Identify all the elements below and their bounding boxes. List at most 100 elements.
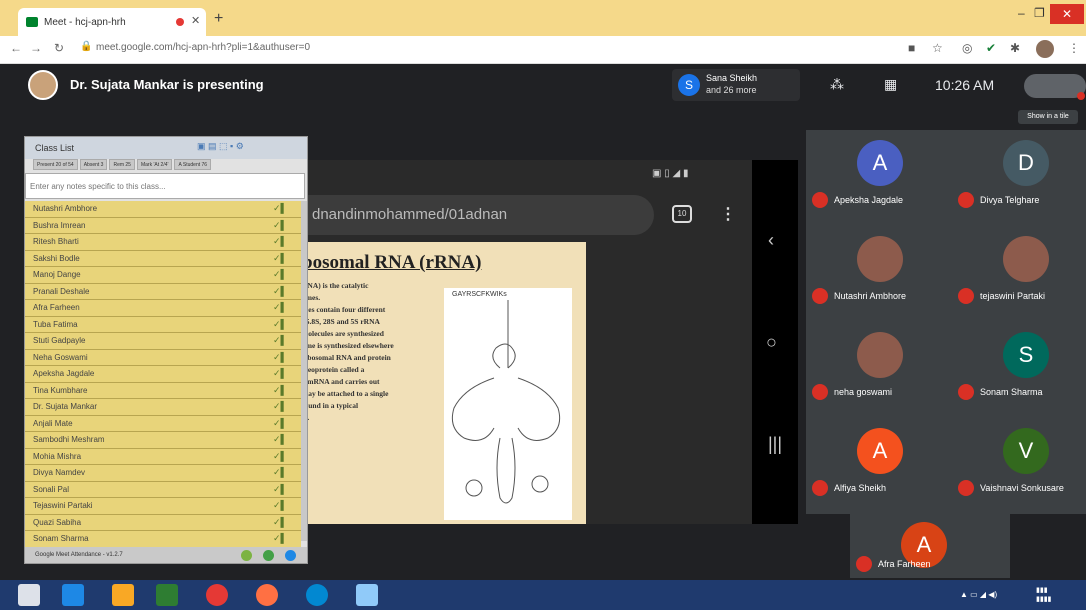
slide-line: , 5.8S, 28S and 5S rRNA <box>302 317 380 326</box>
presenter-chip[interactable]: S Sana Sheikh and 26 more <box>672 69 800 101</box>
student-row[interactable]: Tejaswini Partaki ✓▌ <box>25 498 301 515</box>
profile-avatar[interactable] <box>1036 40 1054 58</box>
present-check-icon[interactable]: ✓▌ <box>273 401 287 412</box>
present-check-icon[interactable]: ✓▌ <box>273 236 287 247</box>
chrome-icon[interactable] <box>206 584 228 606</box>
student-row[interactable]: Tina Kumbhare ✓▌ <box>25 382 301 399</box>
back-icon[interactable]: ← <box>10 41 22 55</box>
class-list-tab[interactable]: A Student 76 <box>174 159 212 170</box>
export-icon[interactable] <box>241 550 252 561</box>
slide-line: omes. <box>302 293 321 302</box>
participant-tile[interactable]: A Afra Farheen <box>850 512 1010 578</box>
student-row[interactable]: Afra Farheen ✓▌ <box>25 300 301 317</box>
class-list-tab[interactable]: Mark 'At 2/4' <box>136 159 173 170</box>
student-row[interactable]: Neha Goswami ✓▌ <box>25 349 301 366</box>
forward-icon[interactable]: → <box>30 41 42 55</box>
participant-tile[interactable]: D Divya Telghare <box>952 130 1086 226</box>
present-check-icon[interactable]: ✓▌ <box>273 517 287 528</box>
present-check-icon[interactable]: ✓▌ <box>273 500 287 511</box>
student-row[interactable]: Tuba Fatima ✓▌ <box>25 316 301 333</box>
student-list: Nutashri Ambhore ✓▌ Bushra Imrean ✓▌ Ritesh … <box>25 201 301 548</box>
meet-tab[interactable]: Meet - hcj-apn-hrh ✕ <box>18 8 206 36</box>
participant-avatar: V <box>1003 428 1049 474</box>
student-row[interactable]: Pranali Deshale ✓▌ <box>25 283 301 300</box>
app-icon[interactable] <box>356 584 378 606</box>
system-tray-icons[interactable]: ▲ ▭ ◢ ◀) <box>960 590 997 599</box>
present-check-icon[interactable]: ✓▌ <box>273 434 287 445</box>
present-check-icon[interactable]: ✓▌ <box>273 335 287 346</box>
class-list-tab[interactable]: Absent 3 <box>79 159 108 170</box>
meeting-clock: 10:26 AM <box>935 77 995 93</box>
windows-start-icon[interactable] <box>18 584 40 606</box>
participant-tile[interactable]: Nutashri Ambhore <box>806 226 954 322</box>
close-tab-icon[interactable]: ✕ <box>191 14 200 27</box>
present-check-icon[interactable]: ✓▌ <box>273 418 287 429</box>
class-list-scrollbar[interactable] <box>301 201 307 541</box>
bookmark-star-icon[interactable]: ☆ <box>932 41 943 55</box>
present-check-icon[interactable]: ✓▌ <box>273 253 287 264</box>
student-row[interactable]: Anjali Mate ✓▌ <box>25 415 301 432</box>
window-close-button[interactable]: ✕ <box>1050 4 1084 24</box>
present-check-icon[interactable]: ✓▌ <box>273 467 287 478</box>
class-notes-input[interactable] <box>25 173 305 199</box>
class-list-tools-icon[interactable]: ▣ ▤ ⬚ ▪ ⚙ <box>197 141 244 152</box>
class-list-title[interactable]: Class List <box>35 143 74 153</box>
participant-tile[interactable]: tejaswini Partaki <box>952 226 1086 322</box>
participant-tile[interactable]: A Alfiya Sheikh <box>806 418 954 514</box>
present-check-icon[interactable]: ✓▌ <box>273 368 287 379</box>
present-check-icon[interactable]: ✓▌ <box>273 451 287 462</box>
present-check-icon[interactable]: ✓▌ <box>273 533 287 544</box>
student-row[interactable]: Nutashri Ambhore ✓▌ <box>25 201 301 218</box>
store-icon[interactable] <box>156 584 178 606</box>
reload-icon[interactable]: ↻ <box>54 41 64 55</box>
check-extension-icon[interactable]: ✔ <box>986 41 996 55</box>
student-row[interactable]: Sonali Pal ✓▌ <box>25 481 301 498</box>
student-row[interactable]: Sonam Sharma ✓▌ <box>25 531 301 548</box>
participant-tile[interactable]: S Sonam Sharma <box>952 322 1086 418</box>
camera-icon[interactable]: ■ <box>908 41 915 55</box>
ie-icon[interactable] <box>62 584 84 606</box>
chat-icon[interactable]: ▦ <box>884 76 897 93</box>
class-list-tab[interactable]: Rem 25 <box>109 159 135 170</box>
class-list-header: Class List ▣ ▤ ⬚ ▪ ⚙ <box>25 137 307 159</box>
maximize-button[interactable]: ❐ <box>1034 6 1045 20</box>
present-check-icon[interactable]: ✓▌ <box>273 385 287 396</box>
extension-icon[interactable]: ◎ <box>962 41 972 55</box>
save-icon[interactable] <box>263 550 274 561</box>
mic-off-icon <box>958 480 974 496</box>
present-check-icon[interactable]: ✓▌ <box>273 269 287 280</box>
menu-icon[interactable]: ⋮ <box>1068 41 1080 55</box>
participant-tile[interactable]: V Vaishnavi Sonkusare <box>952 418 1086 514</box>
layout-icon[interactable]: ⁂ <box>830 76 844 93</box>
student-row[interactable]: Bushra Imrean ✓▌ <box>25 217 301 234</box>
present-check-icon[interactable]: ✓▌ <box>273 220 287 231</box>
edge-icon[interactable] <box>306 584 328 606</box>
firefox-icon[interactable] <box>256 584 278 606</box>
participant-tile[interactable]: neha goswami <box>806 322 954 418</box>
student-row[interactable]: Stuti Gadpayle ✓▌ <box>25 333 301 350</box>
student-row[interactable]: Ritesh Bharti ✓▌ <box>25 234 301 251</box>
present-check-icon[interactable]: ✓▌ <box>273 484 287 495</box>
participant-tile[interactable]: A Apeksha Jagdale <box>806 130 954 226</box>
present-check-icon[interactable]: ✓▌ <box>273 203 287 214</box>
puzzle-icon[interactable]: ✱ <box>1010 41 1020 55</box>
new-tab-button[interactable]: + <box>214 10 223 28</box>
present-check-icon[interactable]: ✓▌ <box>273 352 287 363</box>
present-check-icon[interactable]: ✓▌ <box>273 319 287 330</box>
student-row[interactable]: Dr. Sujata Mankar ✓▌ <box>25 399 301 416</box>
help-icon[interactable] <box>285 550 296 561</box>
class-list-tab[interactable]: Present 20 of 54 <box>33 159 78 170</box>
student-row[interactable]: Sambodhi Meshram ✓▌ <box>25 432 301 449</box>
file-explorer-icon[interactable] <box>112 584 134 606</box>
url-field[interactable]: meet.google.com/hcj-apn-hrh?pli=1&authus… <box>96 42 310 53</box>
show-in-tile-tooltip[interactable]: Show in a tile <box>1018 110 1078 124</box>
present-check-icon[interactable]: ✓▌ <box>273 302 287 313</box>
student-row[interactable]: Divya Namdev ✓▌ <box>25 465 301 482</box>
student-row[interactable]: Mohia Mishra ✓▌ <box>25 448 301 465</box>
student-row[interactable]: Apeksha Jagdale ✓▌ <box>25 366 301 383</box>
present-check-icon[interactable]: ✓▌ <box>273 286 287 297</box>
student-row[interactable]: Sakshi Bodle ✓▌ <box>25 250 301 267</box>
student-row[interactable]: Quazi Sabiha ✓▌ <box>25 514 301 531</box>
minimize-button[interactable]: – <box>1018 6 1025 20</box>
student-row[interactable]: Manoj Dange ✓▌ <box>25 267 301 284</box>
